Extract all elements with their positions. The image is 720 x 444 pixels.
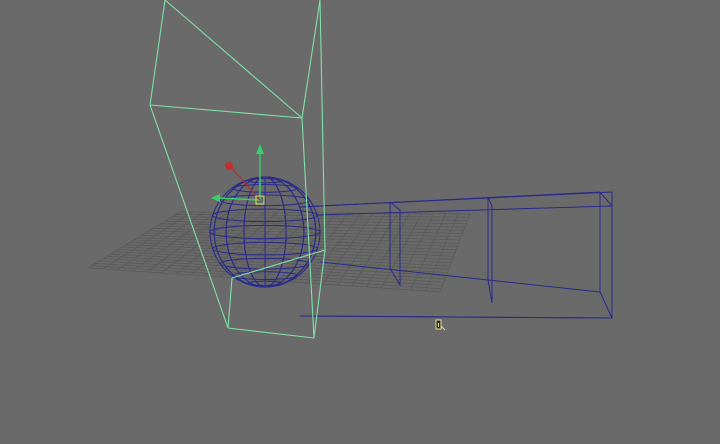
manipulator-x-handle-icon[interactable]	[225, 162, 233, 170]
long-box-edge	[299, 315, 613, 319]
tall-box-edge	[149, 0, 166, 106]
long-box-edge	[599, 291, 613, 319]
long-box-edge	[299, 191, 601, 208]
tall-box-edge	[319, 0, 326, 251]
move-manipulator[interactable]	[211, 144, 265, 205]
grid-line	[439, 213, 471, 293]
manipulator-y-arrow-icon[interactable]	[256, 144, 264, 154]
ground-grid	[87, 211, 471, 293]
long-box-segment	[487, 196, 493, 304]
tall-box-edge	[227, 277, 233, 329]
manipulator-z-arrow-icon[interactable]	[211, 194, 220, 202]
tall-box-wireframe[interactable]	[149, 0, 326, 339]
scene-canvas[interactable]	[0, 0, 720, 444]
tall-box-edge	[149, 104, 303, 119]
3d-viewport[interactable]	[0, 0, 720, 444]
tall-box-edge	[313, 249, 326, 339]
tall-box-edge	[164, 0, 303, 119]
grid-line	[424, 213, 459, 292]
tall-box-edge	[301, 0, 321, 119]
long-box-edge	[599, 191, 613, 207]
tall-box-edge	[227, 327, 315, 339]
move-cursor-icon	[435, 319, 446, 331]
